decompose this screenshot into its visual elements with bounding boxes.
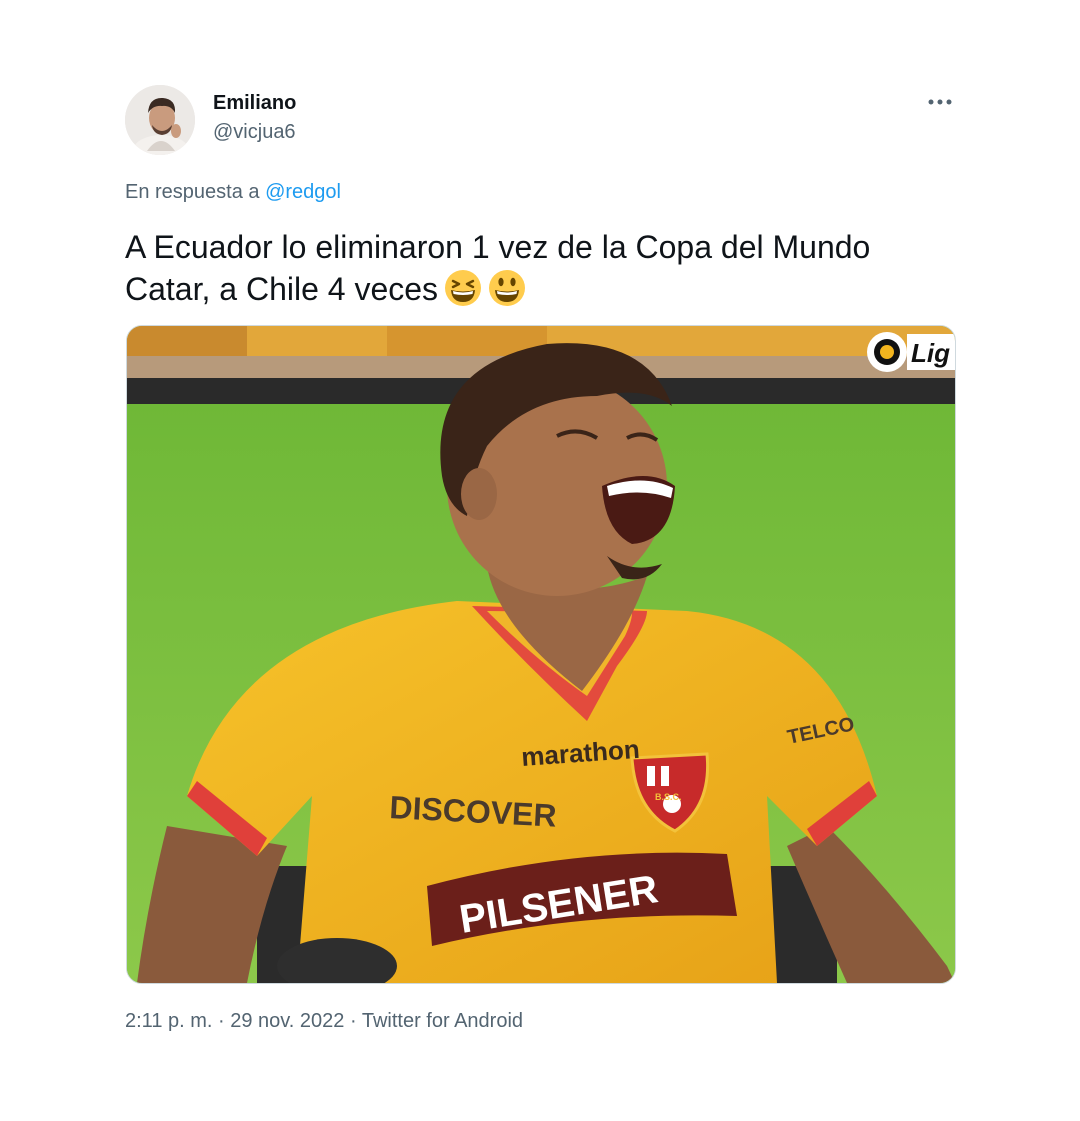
- laughing-player-photo: marathon DISCOVER TELCO PILSENER B.S.C. …: [127, 326, 955, 983]
- more-options-button[interactable]: [922, 88, 958, 116]
- tweet-text-line-1: A Ecuador lo eliminaron 1 vez de la Copa…: [125, 229, 871, 265]
- reply-context: En respuesta a @redgol: [125, 181, 341, 204]
- more-dots-icon: [928, 99, 952, 105]
- grinning-face-big-eyes-icon: [489, 270, 526, 306]
- grinning-squinting-face-icon: [445, 270, 482, 306]
- tweet-time[interactable]: 2:11 p. m.: [125, 1010, 212, 1032]
- author-name[interactable]: Emiliano: [213, 92, 296, 115]
- tweet-media-image[interactable]: marathon DISCOVER TELCO PILSENER B.S.C. …: [126, 325, 956, 984]
- author-avatar[interactable]: [125, 85, 195, 155]
- reply-prefix: En respuesta a: [125, 181, 260, 203]
- reply-mention-link[interactable]: @redgol: [265, 181, 341, 203]
- tweet-meta: 2:11 p. m. · 29 nov. 2022 · Twitter for …: [125, 1010, 523, 1033]
- tweet-text: A Ecuador lo eliminaron 1 vez de la Copa…: [125, 226, 965, 310]
- tweet-date[interactable]: 29 nov. 2022: [230, 1010, 344, 1032]
- meta-separator-2: ·: [344, 1010, 362, 1032]
- author-handle[interactable]: @vicjua6: [213, 121, 296, 144]
- tweet-text-line-2-text: Catar, a Chile 4 veces: [125, 271, 439, 307]
- tweet-text-line-2: Catar, a Chile 4 veces: [125, 268, 965, 310]
- crest-text: B.S.C.: [655, 792, 682, 802]
- user-avatar-icon: [125, 85, 195, 155]
- meta-separator-1: ·: [212, 1010, 231, 1032]
- watermark-text: Lig: [911, 338, 950, 368]
- tweet-source-link[interactable]: Twitter for Android: [362, 1010, 523, 1032]
